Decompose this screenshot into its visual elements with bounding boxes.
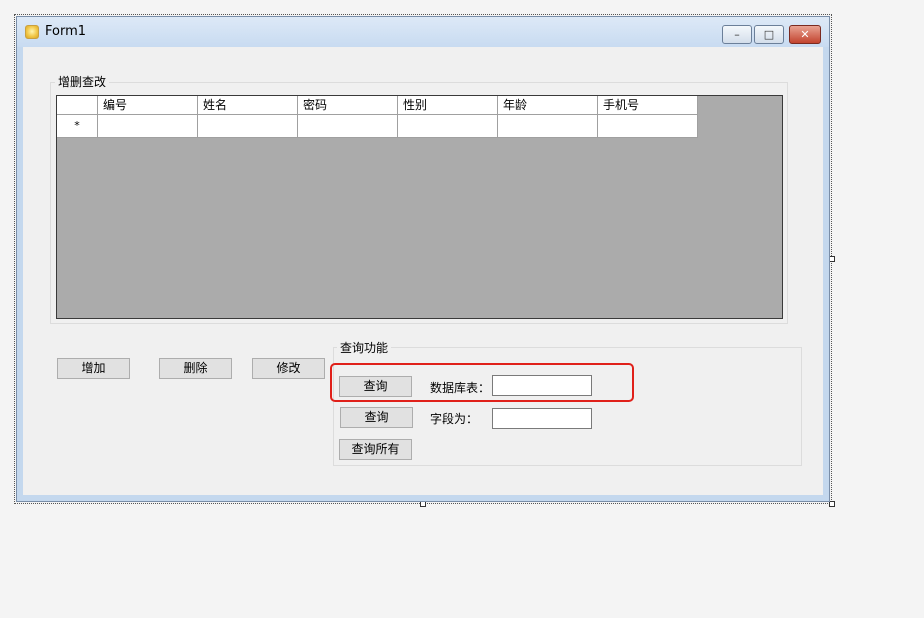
grid-cell[interactable] (398, 115, 498, 138)
grid-cell[interactable] (298, 115, 398, 138)
minimize-button[interactable]: – (722, 25, 752, 44)
grid-column-header[interactable]: 年龄 (498, 96, 598, 115)
grid-cell[interactable] (198, 115, 298, 138)
field-input[interactable] (492, 408, 592, 429)
window-title: Form1 (45, 24, 87, 39)
data-grid[interactable]: 编号 姓名 密码 性别 年龄 手机号 * (56, 95, 783, 319)
crud-groupbox-title: 增删查改 (55, 73, 110, 90)
grid-column-header[interactable]: 性别 (398, 96, 498, 115)
grid-cell[interactable] (98, 115, 198, 138)
grid-new-row-header[interactable]: * (57, 115, 98, 138)
grid-cell[interactable] (598, 115, 698, 138)
query-field-button[interactable]: 查询 (340, 407, 413, 428)
title-bar[interactable]: Form1 – □ ✕ (17, 17, 829, 47)
grid-corner-header[interactable] (57, 96, 98, 115)
modify-button[interactable]: 修改 (252, 358, 325, 379)
field-label: 字段为： (430, 412, 479, 426)
highlight-box (330, 363, 634, 402)
grid-cell[interactable] (498, 115, 598, 138)
maximize-button[interactable]: □ (754, 25, 784, 44)
grid-column-header[interactable]: 编号 (98, 96, 198, 115)
app-icon (25, 25, 39, 39)
query-groupbox-title: 查询功能 (337, 339, 392, 356)
grid-column-header[interactable]: 姓名 (198, 96, 298, 115)
grid-column-header[interactable]: 密码 (298, 96, 398, 115)
close-button[interactable]: ✕ (789, 25, 821, 44)
add-button[interactable]: 增加 (57, 358, 130, 379)
query-all-button[interactable]: 查询所有 (339, 439, 412, 460)
grid-column-header[interactable]: 手机号 (598, 96, 698, 115)
delete-button[interactable]: 删除 (159, 358, 232, 379)
